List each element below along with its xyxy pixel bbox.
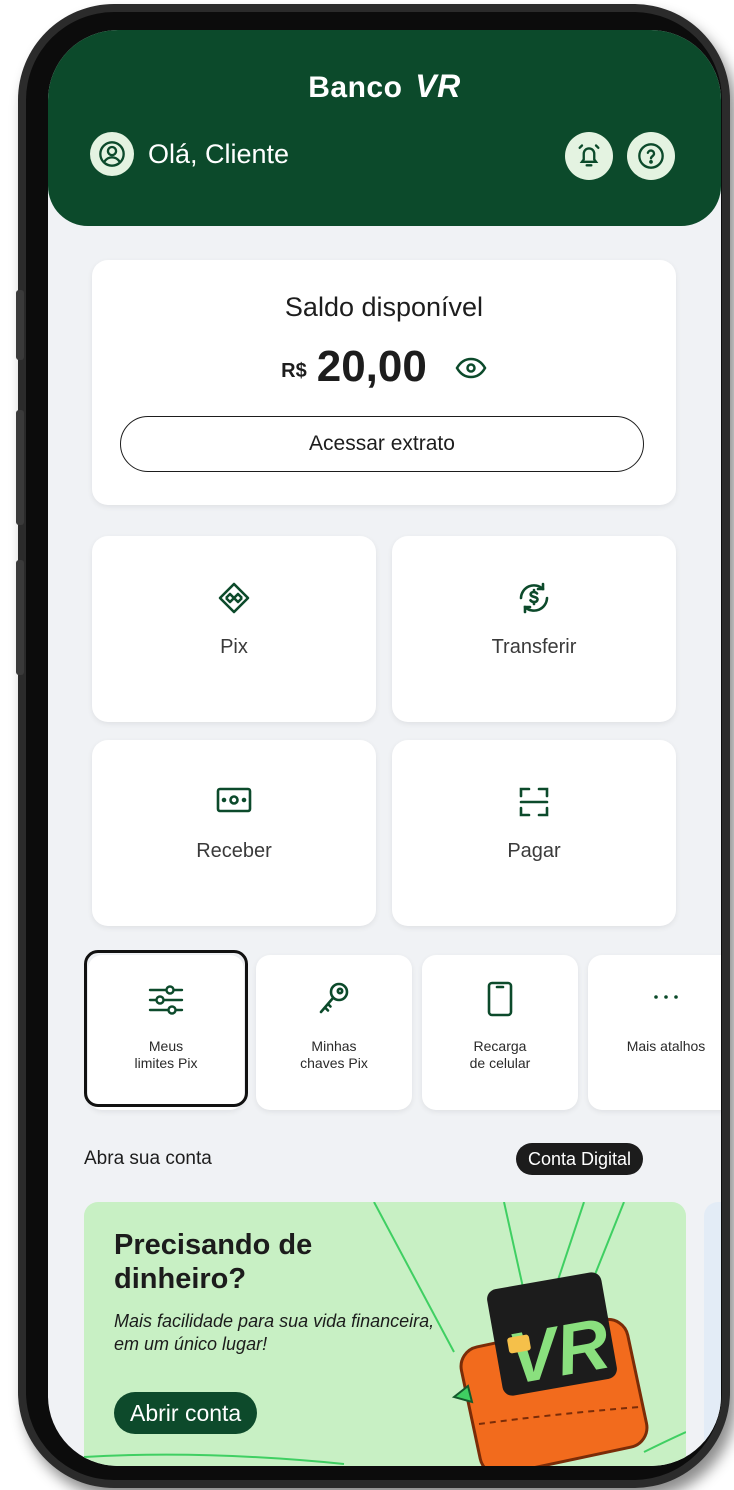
wallet-icon: VR [451,1272,649,1466]
shortcut-label-line2: Mais atalhos [626,1038,706,1054]
action-tile-receive[interactable]: Receber [92,740,376,926]
statement-button[interactable]: Acessar extrato [120,416,644,472]
action-tile-transfer[interactable]: Transferir [392,536,676,722]
balance-card: Saldo disponível R$ 20,00 Acessar extrat… [92,260,676,505]
shortcut-label-line1: Minhas [311,1038,357,1054]
action-label: Pix [220,636,248,658]
user-icon[interactable] [90,132,134,176]
shortcut-phone-recharge[interactable]: Recarga de celular [422,955,578,1110]
action-label: Pagar [507,840,561,862]
brand-name: Banco [308,71,403,104]
alarm-icon[interactable] [565,132,613,180]
account-type-badge[interactable]: Conta Digital [516,1143,644,1175]
next-promo-card[interactable] [704,1202,721,1466]
balance-amount: 20,00 [316,342,427,391]
shortcut-pix-keys[interactable]: Minhas chaves Pix [256,955,412,1110]
shortcut-label-line2: chaves Pix [300,1055,368,1071]
shortcut-label: Mais atalhos [588,1038,721,1055]
shortcut-label: Minhas chaves Pix [256,1038,412,1072]
action-label: Receber [196,840,272,862]
action-tile-pix[interactable]: Pix [92,536,376,722]
focus-highlight [84,950,248,1107]
shortcut-label-line1: Recarga [473,1038,527,1054]
brand-mark: VR [415,68,461,104]
phone-side-button [16,560,24,675]
more-icon [588,980,721,1014]
greeting-text: Olá, Cliente [148,138,290,169]
action-label: Transferir [491,636,577,658]
balance-currency: R$ [281,359,307,382]
receive-icon [92,784,376,816]
open-account-button[interactable]: Abrir conta [114,1392,258,1434]
balance-title: Saldo disponível [284,292,484,322]
phone-side-button [16,410,24,525]
shortcut-label: Recarga de celular [422,1038,578,1072]
greeting-row[interactable]: Olá, Cliente [90,132,289,176]
brand-logo: Banco VR [48,68,721,105]
balance-row: R$ 20,00 [92,342,676,392]
eye-icon[interactable] [455,357,487,384]
promo-subtitle: Mais facilidade para sua vida financeira… [114,1311,435,1354]
app-header: Banco VR Olá, Cliente [48,30,721,226]
shortcut-more[interactable]: Mais atalhos [588,955,721,1110]
app-screen: Banco VR Olá, Cliente Saldo disponível R… [48,30,721,1466]
action-tile-pay[interactable]: Pagar [392,740,676,926]
shortcut-label-line2: de celular [469,1055,531,1071]
open-account-label: Abra sua conta [84,1148,212,1169]
phone-icon [422,980,578,1018]
promo-banner[interactable]: VR Precisando de dinheiro? Mais facilida… [84,1202,686,1466]
phone-side-button [16,290,24,360]
scan-icon [392,784,676,820]
key-icon [256,980,412,1018]
pix-icon [92,580,376,616]
help-icon[interactable] [627,132,675,180]
transfer-icon [392,580,676,616]
promo-title: Precisando de dinheiro? [114,1229,313,1295]
header-actions [565,132,675,180]
